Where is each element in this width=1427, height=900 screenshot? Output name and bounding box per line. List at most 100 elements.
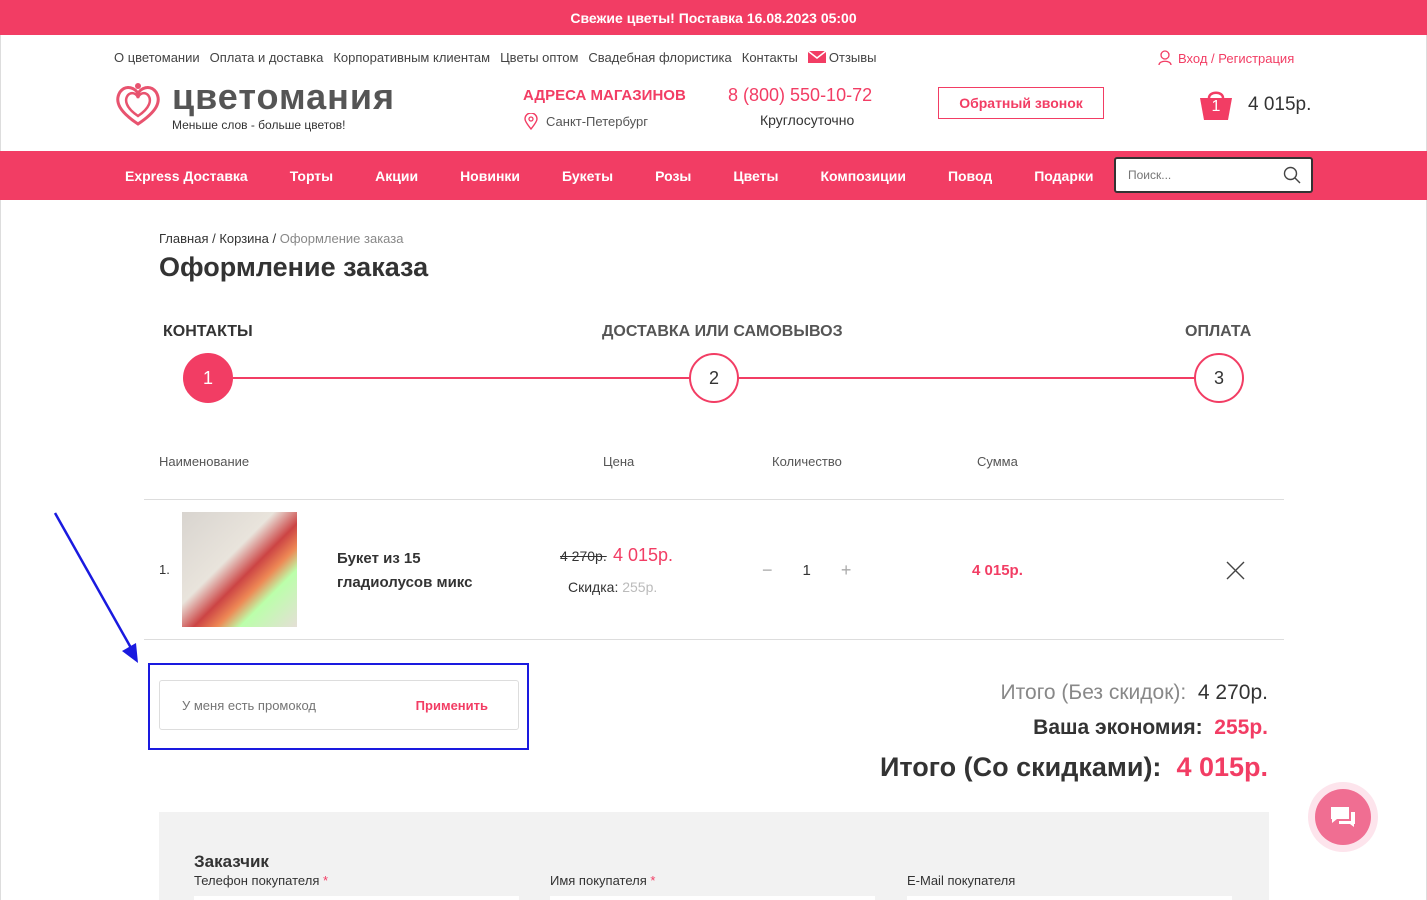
col-header-qty: Количество (772, 454, 842, 469)
total-with-discount-label: Итого (Со скидками): (879, 752, 1162, 782)
current-price: 4 015р. (613, 545, 674, 565)
qty-plus-button[interactable]: + (841, 560, 852, 581)
nav-item-compositions[interactable]: Композиции (820, 168, 905, 184)
top-link-reviews[interactable]: Отзывы (807, 50, 877, 65)
search-input[interactable] (1126, 167, 1276, 183)
old-price: 4 270р. (560, 548, 607, 564)
breadcrumb-home[interactable]: Главная (159, 231, 208, 246)
promo-code-input[interactable] (180, 696, 380, 714)
row-sum: 4 015р. (972, 562, 1023, 579)
promo-code-box: Применить (159, 680, 519, 730)
nav-item-sales[interactable]: Акции (375, 168, 418, 184)
phone-field-label: Телефон покупателя * (194, 873, 328, 888)
logo-heart-icon (116, 83, 160, 126)
name-field-label-text: Имя покупателя (550, 873, 647, 888)
total-savings-label: Ваша экономия: (1033, 716, 1203, 739)
cart-widget[interactable]: 1 4 015р. (1198, 88, 1311, 122)
callback-button[interactable]: Обратный звонок (938, 87, 1104, 119)
top-link-contacts[interactable]: Контакты (742, 50, 798, 65)
breadcrumb-cart[interactable]: Корзина (219, 231, 269, 246)
working-hours: Круглосуточно (760, 112, 855, 128)
quantity-stepper: − 1 + (762, 560, 851, 581)
col-header-name: Наименование (159, 454, 250, 469)
qty-value[interactable]: 1 (803, 562, 811, 579)
col-header-price: Цена (603, 454, 635, 469)
total-savings: Ваша экономия: 255р. (1033, 716, 1268, 740)
total-with-discount: Итого (Со скидками): 4 015р. (880, 752, 1268, 783)
required-mark: * (323, 873, 329, 888)
row-index: 1. (159, 562, 170, 577)
email-field[interactable] (907, 896, 1232, 900)
promo-banner: Свежие цветы! Поставка 16.08.2023 05:00 (0, 0, 1427, 35)
city-selector[interactable]: Санкт-Петербург (524, 113, 648, 130)
name-field-label: Имя покупателя * (550, 873, 655, 888)
step-label-payment: ОПЛАТА (1185, 323, 1252, 340)
logo-slogan: Меньше слов - больше цветов! (172, 118, 346, 132)
page-title: Оформление заказа (159, 252, 429, 282)
stores-link[interactable]: АДРЕСА МАГАЗИНОВ (523, 87, 686, 104)
discount-label: Скидка: (568, 579, 619, 595)
chat-button-inner (1315, 789, 1371, 845)
city-label: Санкт-Петербург (546, 114, 648, 129)
step-circle-1[interactable]: 1 (183, 353, 233, 403)
breadcrumb-current: Оформление заказа (279, 231, 404, 246)
nav-item-cakes[interactable]: Торты (290, 168, 333, 184)
login-label: Вход / Регистрация (1178, 50, 1295, 66)
discount-value: 255р. (622, 579, 658, 595)
top-links: О цветомании Оплата и доставка Корпорати… (114, 50, 877, 65)
top-link-payment[interactable]: Оплата и доставка (210, 50, 324, 65)
cart-icon: 1 (1198, 88, 1234, 122)
phone-field-label-text: Телефон покупателя (194, 873, 320, 888)
total-no-discount-value: 4 270р. (1197, 681, 1268, 704)
chat-button[interactable] (1308, 782, 1378, 852)
remove-item-icon[interactable] (1226, 561, 1245, 580)
logo[interactable]: цветомания Меньше слов - больше цветов! (112, 76, 396, 132)
login-link[interactable]: Вход / Регистрация (1158, 50, 1294, 66)
step-circle-2[interactable]: 2 (689, 353, 739, 403)
promo-banner-text: Свежие цветы! Поставка 16.08.2023 05:00 (570, 9, 857, 26)
cart-total: 4 015р. (1248, 94, 1312, 115)
table-divider-top (144, 499, 1284, 500)
location-pin-icon (524, 113, 538, 130)
phone-field[interactable] (194, 896, 519, 900)
nav-item-gifts[interactable]: Подарки (1034, 168, 1093, 184)
table-divider-bottom (144, 639, 1284, 640)
total-no-discount-label: Итого (Без скидок): (1000, 681, 1187, 704)
nav-item-flowers[interactable]: Цветы (733, 168, 778, 184)
mail-icon (807, 50, 827, 63)
nav-item-express[interactable]: Express Доставка (125, 168, 248, 184)
promo-apply-button[interactable]: Применить (416, 698, 488, 713)
search-icon[interactable] (1283, 166, 1301, 184)
search-box (1114, 157, 1313, 193)
nav-item-occasion[interactable]: Повод (948, 168, 992, 184)
product-name[interactable]: Букет из 15 гладиолусов микс (337, 547, 507, 595)
step-label-contacts: КОНТАКТЫ (163, 323, 253, 340)
top-link-wedding[interactable]: Свадебная флористика (588, 50, 731, 65)
top-link-wholesale[interactable]: Цветы оптом (500, 50, 578, 65)
product-image[interactable] (182, 512, 297, 627)
nav-item-bouquets[interactable]: Букеты (562, 168, 613, 184)
nav-items: Express Доставка Торты Акции Новинки Бук… (125, 151, 1136, 200)
annotation-arrow-icon (53, 512, 138, 663)
chat-icon (1331, 807, 1355, 827)
qty-minus-button[interactable]: − (762, 560, 773, 581)
total-savings-value: 255р. (1214, 716, 1268, 739)
total-with-discount-value: 4 015р. (1176, 752, 1268, 782)
customer-title: Заказчик (194, 852, 269, 871)
total-no-discount: Итого (Без скидок): 4 270р. (1001, 681, 1268, 705)
top-link-corporate[interactable]: Корпоративным клиентам (333, 50, 490, 65)
phone-link[interactable]: 8 (800) 550-10-72 (728, 85, 872, 106)
discount: Скидка: 255р. (568, 579, 657, 595)
top-link-about[interactable]: О цветомании (114, 50, 200, 65)
reviews-label: Отзывы (828, 50, 877, 65)
required-mark: * (650, 873, 656, 888)
breadcrumb: Главная / Корзина / Оформление заказа (159, 231, 404, 246)
step-circle-3[interactable]: 3 (1194, 353, 1244, 403)
nav-item-new[interactable]: Новинки (460, 168, 520, 184)
user-icon (1158, 50, 1172, 66)
col-header-sum: Сумма (977, 454, 1018, 469)
cart-count: 1 (1211, 98, 1221, 115)
nav-item-roses[interactable]: Розы (655, 168, 691, 184)
name-field[interactable] (550, 896, 875, 900)
logo-name: цветомания (172, 76, 396, 117)
